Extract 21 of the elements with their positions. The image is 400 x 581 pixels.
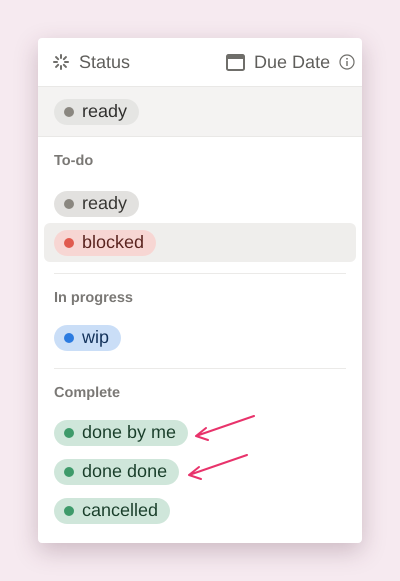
option-row[interactable]: done by me — [44, 413, 356, 452]
option-row[interactable]: blocked — [44, 223, 356, 262]
loading-icon — [52, 53, 70, 71]
status-option[interactable]: cancelled — [54, 498, 170, 524]
status-option[interactable]: done by me — [54, 420, 188, 446]
status-option[interactable]: done done — [54, 458, 180, 484]
info-icon[interactable] — [339, 54, 356, 70]
option-row[interactable]: ready — [44, 184, 356, 223]
group-title: In progress — [54, 289, 134, 308]
status-option[interactable]: wip — [54, 324, 122, 350]
option-row[interactable]: done done — [44, 452, 356, 491]
status-tag[interactable]: ready — [54, 98, 140, 124]
calendar-icon — [226, 53, 246, 71]
option-row[interactable]: wip — [44, 318, 356, 357]
status-option[interactable]: blocked — [54, 230, 156, 256]
option-row[interactable]: cancelled — [44, 491, 356, 530]
group-title: Complete — [54, 384, 122, 403]
column-header: Due Date — [254, 52, 330, 72]
column-header: Status — [79, 52, 130, 72]
status-option[interactable]: ready — [54, 190, 140, 216]
group-title: To-do — [54, 152, 94, 171]
